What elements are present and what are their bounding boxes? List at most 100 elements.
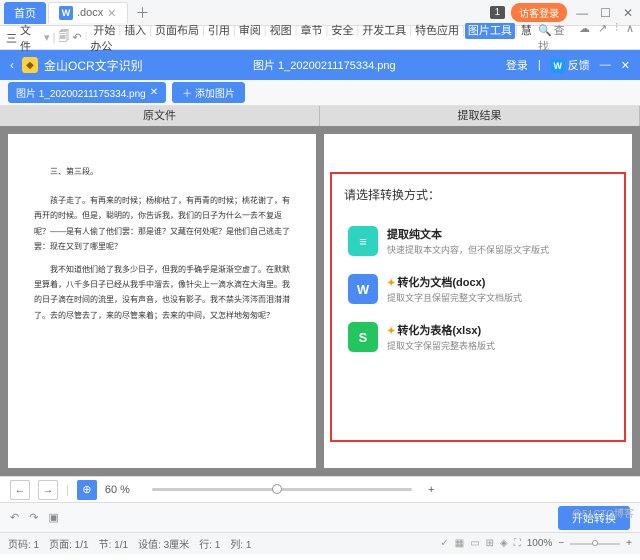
rotate-right-icon[interactable]: ↷ <box>29 511 38 524</box>
zoom-percent: 60 % <box>105 484 130 496</box>
doc-tab-label: .docx <box>77 7 103 19</box>
convert-option-0[interactable]: ≡ 提取纯文本快速提取本文内容，但不保留原文字版式 <box>344 217 612 265</box>
ocr-filename: 图片 1_20200211175334.png <box>143 57 506 73</box>
status-pages: 页面: 1/1 <box>49 536 88 551</box>
file-menu[interactable]: 文件 <box>20 22 41 54</box>
highlight-box: 请选择转换方式： ≡提取纯文本快速提取本文内容，但不保留原文字版式W✦转化为文档… <box>330 172 626 442</box>
ribbon-tab-4[interactable]: 审阅 <box>236 23 264 39</box>
workspace: 原文件 提取结果 三、第三段。 孩子走了。有再来的时候；杨柳枯了，有再青的时候；… <box>0 106 640 476</box>
minimize-icon[interactable]: — <box>573 6 591 20</box>
premium-icon: ✦ <box>387 278 395 289</box>
status-slider[interactable] <box>570 543 620 545</box>
zoom-bar: ← → | ⊕ 60 % + <box>0 476 640 502</box>
status-section: 节: 1/1 <box>99 536 128 551</box>
status-bar: 页码: 1 页面: 1/1 节: 1/1 设值: 3厘米 行: 1 列: 1 ✓… <box>0 532 640 554</box>
spellcheck-icon[interactable]: ✓ <box>440 538 448 549</box>
ribbon-tab-6[interactable]: 章节 <box>297 23 325 39</box>
expand-icon[interactable]: ∧ <box>626 22 634 54</box>
ribbon-tab-2[interactable]: 页面布局 <box>152 23 202 39</box>
premium-icon: ✦ <box>387 326 395 337</box>
ribbon-tab-10[interactable]: 图片工具 <box>465 23 515 39</box>
fit-button[interactable]: ⊕ <box>77 480 97 500</box>
image-tab-label: 图片 1_20200211175334.png <box>16 85 146 100</box>
ribbon-tab-5[interactable]: 视图 <box>267 23 295 39</box>
search-label[interactable]: 🔍查找 <box>538 22 571 54</box>
save-icon[interactable]: 🗐 <box>58 28 69 47</box>
option-desc: 快速提取本文内容，但不保留原文字版式 <box>387 243 549 256</box>
option-icon: S <box>348 322 378 352</box>
ocr-header: ‹ ◆ 金山OCR文字识别 图片 1_20200211175334.png 登录… <box>0 50 640 80</box>
result-pane: 请选择转换方式： ≡提取纯文本快速提取本文内容，但不保留原文字版式W✦转化为文档… <box>324 134 632 468</box>
option-title: 提取纯文本 <box>387 226 549 242</box>
status-page: 页码: 1 <box>8 536 39 551</box>
doc-paragraph: 我不知道他们给了我多少日子，但我的手确乎是渐渐空虚了。在默默里算着，八千多日子已… <box>34 262 290 323</box>
rotate-left-icon[interactable]: ↶ <box>10 511 19 524</box>
cloud-icon[interactable]: ☁ <box>579 22 590 54</box>
fullscreen-icon[interactable]: ⛶ <box>514 538 521 549</box>
action-bar: ↶ ↷ ▣ 开始转换 <box>0 502 640 532</box>
zoom-slider[interactable] <box>152 488 412 491</box>
status-col: 列: 1 <box>230 536 251 551</box>
ribbon-tab-7[interactable]: 安全 <box>328 23 356 39</box>
add-image-button[interactable]: ＋ 添加图片 <box>172 82 245 103</box>
login-link[interactable]: 登录 <box>506 57 528 73</box>
result-header: 提取结果 <box>320 106 640 126</box>
undo-icon[interactable]: ↶ <box>72 31 81 44</box>
image-tab[interactable]: 图片 1_20200211175334.png ✕ <box>8 82 166 103</box>
guest-login-button[interactable]: 访客登录 <box>511 3 567 22</box>
crop-icon[interactable]: ▣ <box>48 511 58 524</box>
ribbon-bar: 三 文件 ▾ | 🗐 ↶ ⫶ 开始|插入|页面布局|引用|审阅|视图|章节|安全… <box>0 26 640 50</box>
ribbon-tab-3[interactable]: 引用 <box>205 23 233 39</box>
read-icon[interactable]: ▭ <box>470 538 479 549</box>
option-desc: 提取文字且保留完整文字文档版式 <box>387 291 522 304</box>
new-tab-icon[interactable]: ＋ <box>136 3 150 23</box>
share-icon[interactable]: ↗ <box>598 22 607 54</box>
doc-paragraph: 孩子走了。有再来的时候；杨柳枯了，有再青的时候；桃花谢了，有再开的时候。但是，聪… <box>34 193 290 254</box>
tab-close-icon[interactable]: ✕ <box>107 7 116 20</box>
layout-icon[interactable]: ▦ <box>455 538 464 549</box>
status-setting: 设值: 3厘米 <box>138 536 189 551</box>
convert-prompt: 请选择转换方式： <box>344 186 612 203</box>
ribbon-tab-1[interactable]: 插入 <box>121 23 149 39</box>
word-icon: W <box>59 6 73 20</box>
option-title: ✦转化为表格(xlsx) <box>387 322 495 338</box>
hamburger-icon[interactable]: 三 <box>6 30 17 46</box>
document-tab[interactable]: W .docx ✕ <box>48 2 128 23</box>
image-tab-row: 图片 1_20200211175334.png ✕ ＋ 添加图片 <box>0 80 640 106</box>
convert-option-1[interactable]: W✦转化为文档(docx)提取文字且保留完整文字文档版式 <box>344 265 612 313</box>
feedback-link[interactable]: W反馈 <box>551 57 590 73</box>
image-tab-close-icon[interactable]: ✕ <box>150 87 158 98</box>
ribbon-tab-9[interactable]: 特色应用 <box>412 23 462 39</box>
option-icon: ≡ <box>348 226 378 256</box>
option-desc: 提取文字保留完整表格版式 <box>387 339 495 352</box>
notification-badge[interactable]: 1 <box>490 6 506 19</box>
watermark: @51CTO博客 <box>572 505 634 520</box>
status-zoom-out[interactable]: − <box>558 538 564 549</box>
ocr-title: 金山OCR文字识别 <box>44 57 143 74</box>
source-header: 原文件 <box>0 106 320 126</box>
maximize-icon[interactable]: ☐ <box>597 6 614 20</box>
ocr-logo-icon: ◆ <box>22 57 38 73</box>
status-line: 行: 1 <box>199 536 220 551</box>
option-icon: W <box>348 274 378 304</box>
ocr-close-icon[interactable]: ✕ <box>621 59 630 72</box>
ribbon-tab-0[interactable]: 开始 <box>90 23 118 39</box>
prev-page-button[interactable]: ← <box>10 480 30 500</box>
convert-option-2[interactable]: S ✦转化为表格(xlsx)提取文字保留完整表格版式 <box>344 313 612 361</box>
doc-heading: 三、第三段。 <box>34 164 290 179</box>
outline-icon[interactable]: ◈ <box>500 538 508 549</box>
ocr-min-icon[interactable]: — <box>600 59 611 71</box>
feedback-icon: W <box>551 59 565 73</box>
close-icon[interactable]: ✕ <box>620 6 636 20</box>
ribbon-tab-8[interactable]: 开发工具 <box>359 23 409 39</box>
back-icon[interactable]: ‹ <box>10 58 14 72</box>
source-pane: 三、第三段。 孩子走了。有再来的时候；杨柳枯了，有再青的时候；桃花谢了，有再开的… <box>8 134 316 468</box>
home-tab[interactable]: 首页 <box>4 2 46 24</box>
next-page-button[interactable]: → <box>38 480 58 500</box>
more-icon[interactable]: ⫶ <box>615 22 618 54</box>
status-zoom-in[interactable]: + <box>626 538 632 549</box>
zoom-in-icon[interactable]: + <box>428 484 434 496</box>
slider-handle[interactable] <box>272 484 282 494</box>
status-zoom: 100% <box>527 538 553 549</box>
web-icon[interactable]: ⊞ <box>486 538 494 549</box>
